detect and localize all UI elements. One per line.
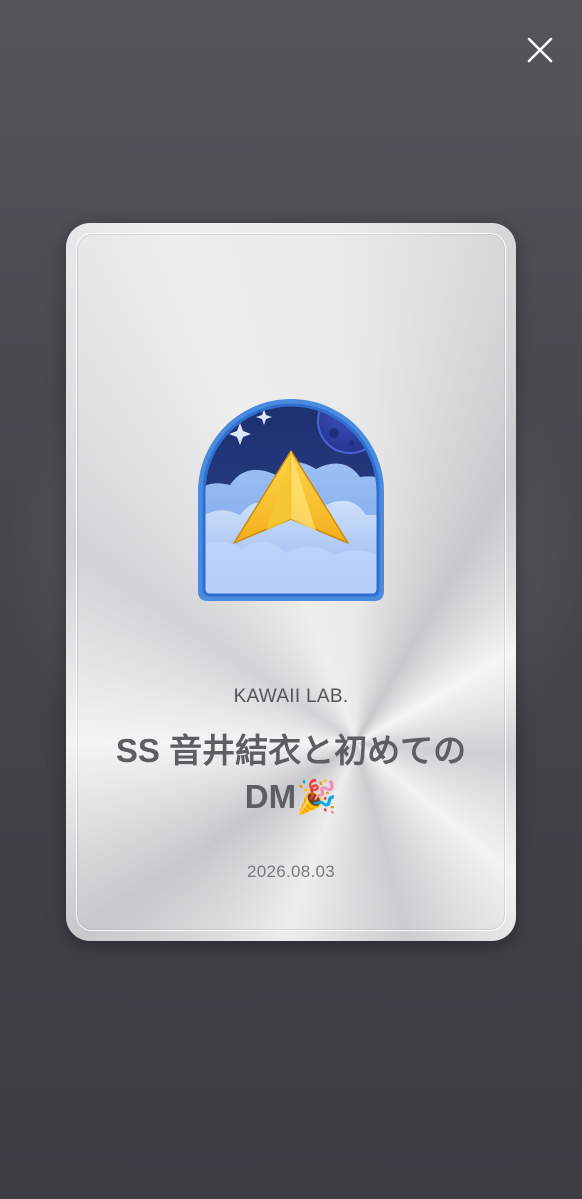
close-button[interactable]: [518, 28, 562, 72]
organization-name: KAWAII LAB.: [233, 686, 349, 707]
achievement-date: 2026.08.03: [246, 862, 336, 881]
achievement-title: SS 音井結衣と初めてのDM🎉: [115, 732, 467, 815]
paper-plane-badge-icon: [198, 399, 384, 601]
close-icon: [527, 37, 553, 63]
achievement-card: KAWAII LAB. SS 音井結衣と初めてのDM🎉 2026.08.03: [66, 223, 516, 941]
